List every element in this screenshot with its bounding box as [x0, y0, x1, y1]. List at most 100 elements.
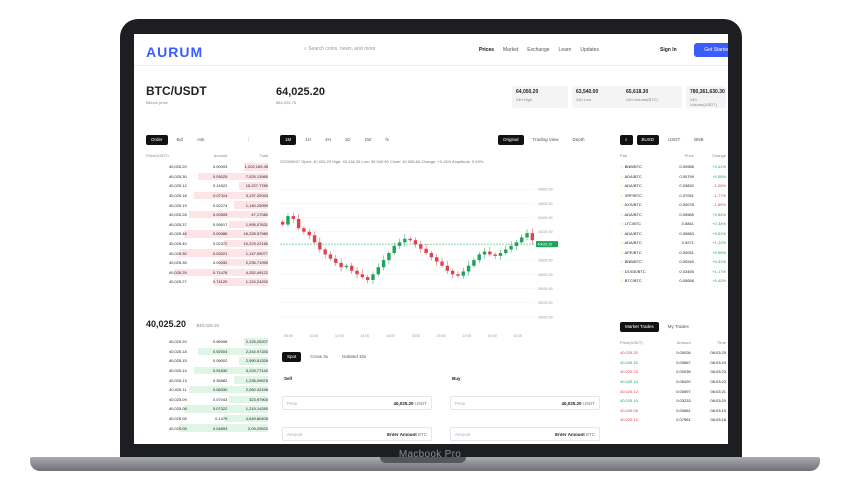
amount-cell: 0.71478 — [212, 269, 228, 275]
orderbook-row[interactable]: 40,025.18 0.07114 3,137.32093 — [146, 191, 268, 201]
market-row[interactable]: ☆ LTC/BTC 0.5841 +2.34% — [620, 219, 726, 229]
more-options-icon[interactable]: ⋮ — [242, 135, 257, 145]
candle-body — [355, 270, 359, 275]
orderbook-row[interactable]: 40,025.19 0.02274 1,140.25990 — [146, 200, 268, 210]
tab-order[interactable]: Order — [146, 135, 168, 145]
time-cell: 08:03:24 — [710, 359, 726, 365]
market-row[interactable]: ☆ ADA/BTC 0.00683 +0.51% — [620, 229, 726, 239]
tab-isolated[interactable]: Isolated 10x — [337, 352, 371, 362]
nav-item-updates[interactable]: Updates — [580, 47, 599, 53]
search-input[interactable]: ⌕ Search coins, news, and more — [304, 46, 434, 56]
orderbook-row[interactable]: 40,025.06 0.1479 4,649,80406 — [146, 414, 268, 424]
market-row[interactable]: ☆ ADA/BTC 0.09585 +0.84% — [620, 210, 726, 220]
price-cell: 40,025.35 — [168, 260, 187, 266]
tab-busd[interactable]: BUSD — [636, 135, 660, 145]
orderbook-row[interactable]: 40,025.46 0.09386 16,228.57980 — [146, 229, 268, 239]
orderbook-row[interactable]: 40,025.20 0.00093 1,202,169.45 — [146, 162, 268, 172]
sell-price-field[interactable]: Price 40,025.20 USDT — [282, 396, 432, 410]
orderbook-row[interactable]: 40,025.08 0.07322 1,215,14280 — [146, 404, 268, 414]
price-cell: 40,025.11 — [169, 387, 187, 393]
sign-in-link[interactable]: Sign In — [660, 47, 677, 53]
tab-market-trades[interactable]: Market Trades — [620, 322, 659, 332]
orderbook-row[interactable]: 40,025.13 0.35882 1,235,09678 — [146, 375, 268, 385]
nav-item-exchange[interactable]: Exchange — [527, 47, 549, 53]
orderbook-row[interactable]: 40,025.11 0.08330 2,050.42158 — [146, 385, 268, 395]
buy-amount-field[interactable]: Amount Enter Amount BTC — [450, 427, 600, 441]
tab-my-trades[interactable]: My Trades — [663, 322, 694, 332]
total-cell: 1,215,14280 — [245, 406, 269, 412]
amount-cell: 0.09517 — [212, 221, 228, 227]
pair-subtitle: Bitcoin price — [146, 100, 168, 105]
total-cell: 323,97900 — [249, 396, 269, 402]
tab-bid[interactable]: Bid — [172, 135, 189, 145]
interval-1d[interactable]: 1D — [340, 135, 356, 145]
orderbook-row[interactable]: 40,025.30 0.03221 1,147,99077 — [146, 248, 268, 258]
market-row[interactable]: ☆ ADA/BTC 0.03832 -1.06% — [620, 181, 726, 191]
tab-cross[interactable]: Cross 3x — [305, 352, 333, 362]
market-row[interactable]: ☆ BTC/BTC 0.00658 +0.42% — [620, 276, 726, 286]
candle-body — [419, 244, 423, 249]
interval-1m[interactable]: 1M — [280, 135, 297, 145]
interval-1w[interactable]: 1W — [360, 135, 377, 145]
orderbook-row[interactable]: 40,025.25 0.71478 4,252,49122 — [146, 268, 268, 278]
tab-spot[interactable]: Spot — [282, 352, 302, 362]
interval-1h[interactable]: 1H — [300, 135, 316, 145]
stat-label: 24h Low — [576, 97, 592, 102]
orderbook-row[interactable]: 40,025.35 0.09332 2,235.71930 — [146, 258, 268, 268]
pair-symbol: BTC/USDT — [146, 84, 207, 98]
x-tick-label: 12:00 — [335, 334, 344, 338]
candle-body — [403, 238, 407, 243]
view-depth[interactable]: Depth — [568, 135, 590, 145]
get-started-button[interactable]: Get Started — [694, 43, 728, 57]
price-cell: 40,025.08 — [620, 407, 638, 413]
nav-item-prices[interactable]: Prices — [479, 47, 494, 53]
orderbook-row[interactable]: 40,025.15 0.09002 2,990.51326 — [146, 356, 268, 366]
orderbook-row[interactable]: 40,025.14 0.91830 3,225,77140 — [146, 366, 268, 376]
amount-cell: 0.07043 — [212, 396, 228, 402]
amount-cell: 0.02505 — [212, 212, 228, 218]
y-tick-label: 39000.00 — [538, 315, 553, 319]
pair-cell: ☆ XRP/BTC — [620, 193, 662, 198]
market-row[interactable]: ☆ DOGE/BTC 0.03455 +1.17% — [620, 267, 726, 277]
nav-item-learn[interactable]: Learn — [559, 47, 572, 53]
app-screen: AURUM ⌕ Search coins, news, and more Pri… — [134, 34, 728, 444]
market-row[interactable]: ☆ APE/BTC 0.00051 +0.56% — [620, 248, 726, 258]
market-row[interactable]: ☆ ADA/BTC 0.5271 +1.22% — [620, 238, 726, 248]
interval-4h[interactable]: 4H — [320, 135, 336, 145]
total-cell: 2,235.71930 — [245, 260, 269, 266]
candle-body — [482, 251, 487, 255]
market-row[interactable]: ☆ BNB/BTC 0.00945 +0.31% — [620, 257, 726, 267]
brand-logo[interactable]: AURUM — [146, 44, 203, 60]
sell-amount-field[interactable]: Amount Enter Amount BTC — [282, 427, 432, 441]
pair-label: ADA/BTC — [624, 240, 642, 246]
indicator-button[interactable]: fx — [380, 135, 394, 145]
orderbook-row[interactable]: 40,025.09 0.07043 323,97900 — [146, 395, 268, 405]
candle-body — [286, 216, 290, 225]
orderbook-row[interactable]: 40,025.12 0.14522 15,227.7780 — [146, 181, 268, 191]
search-icon[interactable]: ⌕ — [620, 135, 633, 145]
orderbook-row[interactable]: 40,025.05 0.04893 2,09,29520 — [146, 423, 268, 433]
orderbook-row[interactable]: 40,025.30 0.03025 7,025.13980 — [146, 172, 268, 182]
market-row[interactable]: ☆ XRP/BTC 0.37051 -1.77% — [620, 191, 726, 201]
candle-body — [360, 274, 365, 278]
tab-ask[interactable]: Ask — [192, 135, 210, 145]
market-row[interactable]: ☆ BNB/BTC 0.00988 +0.41% — [620, 162, 726, 172]
market-row[interactable]: ☆ ADA/BTC 0.00799 +0.56% — [620, 172, 726, 182]
price-cell: 40,025.12 — [620, 388, 638, 394]
orderbook-row[interactable]: 40,025.40 0.02372 10,223.22160 — [146, 239, 268, 249]
nav-item-market[interactable]: Market — [503, 47, 518, 53]
orderbook-row[interactable]: 40,025.27 0.74120 1,124,24292 — [146, 277, 268, 287]
total-cell: 7,025.13980 — [245, 173, 269, 179]
buy-price-field[interactable]: Price 40,025.20 USDT — [450, 396, 600, 410]
candlestick-chart[interactable]: 40800.0040600.0040400.0040200.0040000.00… — [280, 174, 580, 349]
tab-usdt[interactable]: USDT — [663, 135, 685, 145]
orderbook-row[interactable]: 40,025.28 0.02505 47,17082 — [146, 210, 268, 220]
view-trading-view[interactable]: Trading View — [528, 135, 564, 145]
field-placeholder: Price — [287, 401, 298, 406]
orderbook-row[interactable]: 40,025.37 0.09517 1,995,07631 — [146, 220, 268, 230]
tab-bnb[interactable]: BNB — [689, 135, 708, 145]
orderbook-row[interactable]: 40,025.18 0.92004 2,244.97330 — [146, 347, 268, 357]
view-original[interactable]: Original — [498, 135, 524, 145]
market-row[interactable]: ☆ AXS/BTC 0.00078 -1.85% — [620, 200, 726, 210]
orderbook-row[interactable]: 40,025.20 0.96998 2,125,25207 — [146, 337, 268, 347]
